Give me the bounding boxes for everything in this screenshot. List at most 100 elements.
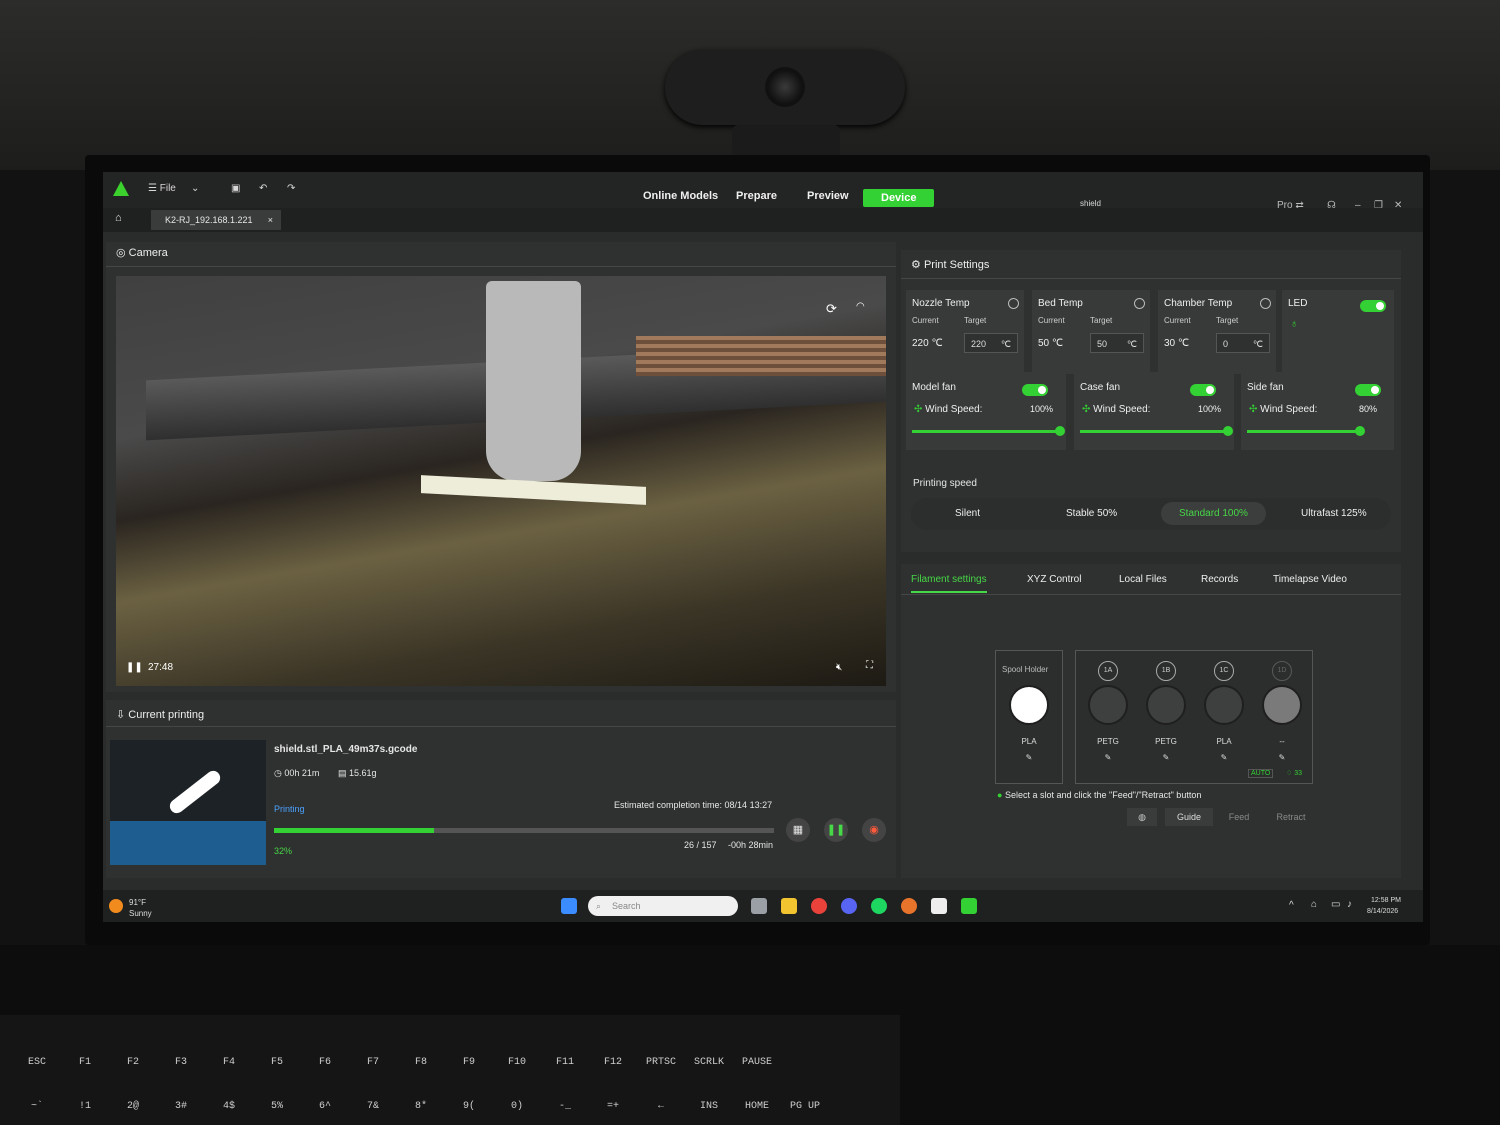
display-icon[interactable]: ▭ [1331, 899, 1340, 910]
side-fan-slider-handle[interactable] [1354, 426, 1365, 436]
network-icon[interactable]: ⌂ [1311, 899, 1317, 910]
slot-1d-dial[interactable] [1262, 685, 1302, 725]
home-icon[interactable]: ⌂ [115, 212, 122, 224]
model-fan-slider-handle[interactable] [1055, 426, 1065, 436]
edit-icon[interactable]: ✎ [1262, 753, 1302, 762]
tab-records[interactable]: Records [1201, 574, 1238, 585]
retract-button[interactable]: Retract [1267, 808, 1315, 826]
nozzle-target-input[interactable]: 220 ℃ [964, 333, 1018, 353]
volume-icon[interactable]: ♪ [1347, 899, 1352, 910]
speed-stable[interactable]: Stable 50% [1066, 508, 1117, 519]
speed-ultrafast[interactable]: Ultrafast 125% [1301, 508, 1367, 519]
feed-button[interactable]: Feed [1219, 808, 1259, 826]
case-fan-toggle[interactable] [1190, 384, 1216, 396]
speed-silent[interactable]: Silent [955, 508, 980, 519]
redo-icon[interactable]: ↷ [287, 183, 295, 194]
spool-holder[interactable]: Spool Holder PLA ✎ [995, 650, 1063, 784]
model-fan-slider[interactable] [912, 430, 1060, 433]
language-button[interactable]: ◍ [1127, 808, 1157, 826]
chevron-up-icon[interactable]: ^ [1289, 900, 1294, 911]
model-preview-shape [167, 768, 223, 816]
nav-device[interactable]: Device [863, 189, 935, 207]
notion-icon[interactable] [931, 898, 947, 914]
keyboard-key: F10 [507, 1057, 526, 1068]
target-label: Target [1216, 316, 1239, 325]
clock-date[interactable]: 8/14/2026 [1367, 908, 1398, 915]
case-fan-slider-handle[interactable] [1223, 426, 1233, 436]
clock-time[interactable]: 12:58 PM [1371, 897, 1401, 904]
tab-timelapse-video[interactable]: Timelapse Video [1273, 574, 1347, 585]
slot-1a-dial[interactable] [1088, 685, 1128, 725]
edit-icon[interactable]: ✎ [1088, 753, 1128, 762]
keyboard-key: F12 [603, 1057, 622, 1068]
stop-print-button[interactable]: ◉ [862, 818, 886, 842]
tab-filament-settings[interactable]: Filament settings [911, 574, 987, 593]
edit-icon[interactable]: ✎ [1009, 753, 1049, 762]
led-toggle[interactable] [1360, 300, 1386, 312]
camera-snapshot-button[interactable]: ▦ [786, 818, 810, 842]
tab-xyz-control[interactable]: XYZ Control [1027, 574, 1081, 585]
side-fan-toggle[interactable] [1355, 384, 1381, 396]
undo-icon[interactable]: ↶ [259, 183, 267, 194]
nav-online-models[interactable]: Online Models [643, 190, 718, 202]
task-view-icon[interactable] [751, 898, 767, 914]
bed-target-input[interactable]: 50 ℃ [1090, 333, 1144, 353]
refresh-icon[interactable]: ⟳ [826, 301, 837, 317]
keyboard-key: 4$ [222, 1101, 235, 1112]
mute-icon[interactable]: 🔇︎ [836, 662, 842, 673]
auto-badge[interactable]: AUTO [1248, 769, 1274, 778]
device-tab[interactable]: K2-RJ_192.168.1.221 × [151, 210, 281, 230]
save-icon[interactable]: ▣ [231, 183, 240, 194]
device-tab-label: K2-RJ_192.168.1.221 [165, 215, 253, 225]
speed-standard[interactable]: Standard 100% [1161, 502, 1266, 525]
chrome-icon[interactable] [811, 898, 827, 914]
weather-temp: 91°F [129, 898, 146, 907]
nav-prepare[interactable]: Prepare [736, 190, 777, 202]
nav-preview[interactable]: Preview [807, 190, 849, 202]
chamber-target-input[interactable]: 0 ℃ [1216, 333, 1270, 353]
keyboard-key: F5 [270, 1057, 283, 1068]
keyboard-key: HOME [744, 1101, 769, 1112]
slot-1b-dial[interactable] [1146, 685, 1186, 725]
unit-label: ℃ [1126, 339, 1137, 349]
tab-local-files[interactable]: Local Files [1119, 574, 1167, 585]
case-fan-label: Case fan [1080, 382, 1121, 393]
keyboard-key: 8* [414, 1101, 427, 1112]
taskbar-search[interactable]: ⌕ Search [588, 896, 738, 916]
tab-close-icon[interactable]: × [268, 210, 273, 230]
fullscreen-icon[interactable]: ⛶ [866, 660, 873, 671]
spotify-icon[interactable] [871, 898, 887, 914]
file-explorer-icon[interactable] [781, 898, 797, 914]
camera-feed[interactable]: ⟳ ◠ ❚❚ 27:48 🔇︎ ⛶ [116, 276, 886, 686]
slot-1c-dial[interactable] [1204, 685, 1244, 725]
pause-print-button[interactable]: ❚❚ [824, 818, 848, 842]
led-box: LED ♁ [1282, 290, 1394, 374]
file-menu[interactable]: ☰ File [148, 183, 176, 194]
chevron-down-icon[interactable]: ⌄ [191, 183, 199, 194]
edit-icon[interactable]: ✎ [1204, 753, 1244, 762]
discord-icon[interactable] [841, 898, 857, 914]
side-fan-slider[interactable] [1247, 430, 1360, 433]
edit-icon[interactable]: ✎ [1146, 753, 1186, 762]
wind-speed-text: Wind Speed: [1093, 404, 1151, 415]
guide-button[interactable]: Guide [1165, 808, 1213, 826]
print-settings-header: ⚙ Print Settings [911, 258, 989, 271]
bulb-icon: ♁ [1290, 318, 1299, 330]
fan-icon: ✣ [1249, 404, 1258, 415]
info-icon[interactable] [1008, 298, 1019, 309]
model-fan-toggle[interactable] [1022, 384, 1048, 396]
keyboard-key: =+ [606, 1101, 619, 1112]
creality-print-icon[interactable] [961, 898, 977, 914]
windows-start-icon[interactable] [561, 898, 577, 914]
info-icon[interactable] [1260, 298, 1271, 309]
spool-holder-dial[interactable] [1009, 685, 1049, 725]
weather-icon[interactable] [109, 899, 123, 913]
case-fan-slider[interactable] [1080, 430, 1228, 433]
slot-id-1c: 1C [1214, 661, 1234, 681]
pause-stream-icon[interactable]: ❚❚ [126, 662, 143, 673]
claude-icon[interactable] [901, 898, 917, 914]
keyboard-key: F6 [318, 1057, 331, 1068]
gear-icon: ⚙ [911, 259, 921, 271]
printer-toolhead [486, 281, 581, 481]
info-icon[interactable] [1134, 298, 1145, 309]
